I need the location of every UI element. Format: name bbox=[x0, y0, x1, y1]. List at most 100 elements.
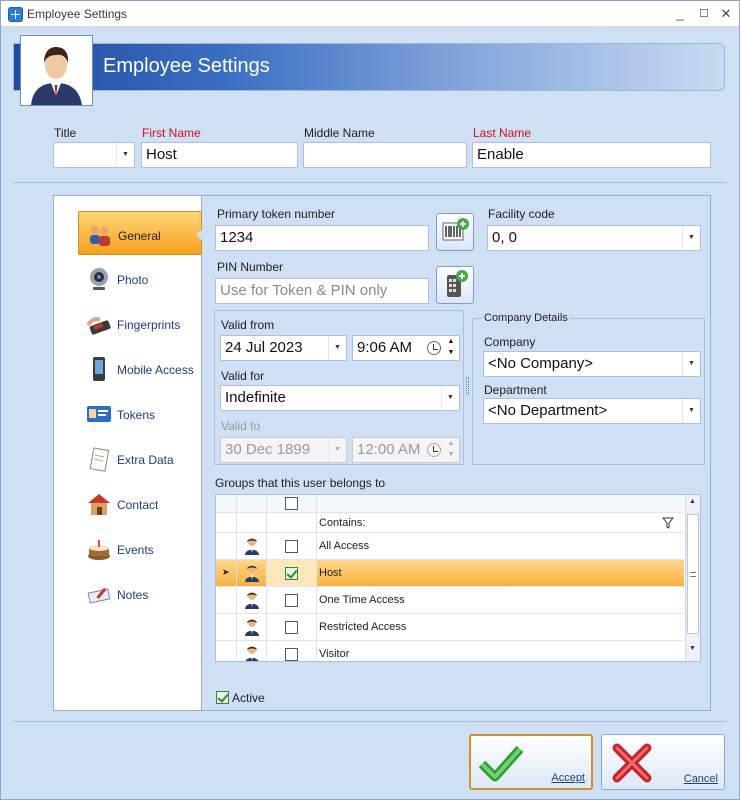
nav-item-events[interactable]: Events bbox=[78, 526, 202, 570]
chevron-down-icon[interactable]: ▼ bbox=[116, 143, 134, 167]
company-label: Company bbox=[484, 335, 536, 349]
group-name: All Access bbox=[319, 540, 370, 552]
group-icon-cell bbox=[237, 614, 267, 640]
department-select[interactable]: <No Department> ▼ bbox=[483, 398, 701, 424]
settings-nav: General Photo Fingerprints Mobile Access… bbox=[54, 196, 202, 710]
facility-select[interactable]: 0, 0 ▼ bbox=[487, 225, 701, 251]
valid-from-time: 9:06 AM bbox=[357, 339, 413, 356]
time-spinner[interactable]: ▲ ▼ bbox=[443, 336, 459, 360]
nav-item-fingerprints[interactable]: Fingerprints bbox=[78, 301, 202, 345]
mobile-phone-icon bbox=[93, 357, 105, 381]
current-row-arrow-icon: ➤ bbox=[222, 567, 230, 577]
member-checkbox[interactable] bbox=[285, 621, 298, 634]
nav-item-mobile-access[interactable]: Mobile Access bbox=[78, 346, 202, 390]
id-card-icon bbox=[87, 406, 111, 422]
valid-from-date-picker[interactable]: 24 Jul 2023 ▼ bbox=[220, 335, 347, 361]
person-icon bbox=[244, 537, 260, 555]
add-token-button[interactable] bbox=[436, 213, 474, 251]
nav-item-label: Tokens bbox=[117, 408, 156, 422]
scroll-up-icon[interactable]: ▲ bbox=[689, 498, 696, 505]
chevron-down-icon[interactable]: ▼ bbox=[682, 399, 700, 423]
group-icon-cell bbox=[237, 587, 267, 613]
barcode-add-icon bbox=[442, 218, 469, 241]
scroll-thumb[interactable] bbox=[687, 514, 699, 634]
accept-button[interactable]: Accept bbox=[469, 734, 593, 790]
minimize-button[interactable]: _ bbox=[669, 4, 691, 24]
group-icon bbox=[90, 226, 110, 246]
select-all-checkbox[interactable] bbox=[285, 497, 298, 510]
facility-label: Facility code bbox=[488, 207, 555, 221]
table-row[interactable]: All Access bbox=[216, 533, 684, 560]
nav-item-extra-data[interactable]: Extra Data bbox=[78, 436, 202, 480]
nav-item-notes[interactable]: Notes bbox=[78, 571, 202, 615]
close-button[interactable]: ✕ bbox=[715, 4, 737, 24]
last-name-label: Last Name bbox=[473, 126, 532, 140]
filter-label[interactable]: Contains: bbox=[319, 517, 365, 529]
valid-from-time-picker[interactable]: 9:06 AM ▲ ▼ bbox=[352, 335, 460, 361]
filter-cell bbox=[216, 513, 237, 532]
nav-item-general[interactable]: General bbox=[78, 211, 202, 255]
header-cell bbox=[216, 495, 237, 512]
department-label: Department bbox=[484, 383, 547, 397]
token-input[interactable]: 1234 bbox=[215, 225, 429, 251]
first-name-input[interactable]: Host bbox=[141, 142, 298, 168]
pin-label: PIN Number bbox=[217, 260, 284, 274]
valid-to-date-picker: 30 Dec 1899 ▼ bbox=[220, 437, 347, 463]
person-icon bbox=[244, 564, 260, 582]
member-checkbox[interactable] bbox=[285, 594, 298, 607]
group-name: Restricted Access bbox=[319, 621, 407, 633]
maximize-button[interactable]: ☐ bbox=[693, 4, 715, 24]
last-name-input[interactable]: Enable bbox=[472, 142, 711, 168]
accept-label: Accept bbox=[551, 772, 585, 784]
nav-item-label: Photo bbox=[117, 273, 149, 287]
first-name-label: First Name bbox=[142, 126, 201, 140]
scroll-down-icon[interactable]: ▼ bbox=[689, 645, 696, 652]
member-checkbox-cell bbox=[267, 587, 317, 613]
middle-name-input[interactable] bbox=[303, 142, 467, 168]
employee-avatar-icon bbox=[20, 35, 93, 106]
clock-icon bbox=[427, 443, 441, 457]
member-checkbox[interactable] bbox=[285, 540, 298, 553]
nav-item-label: Mobile Access bbox=[117, 363, 194, 377]
group-name: Visitor bbox=[319, 648, 350, 660]
nav-item-photo[interactable]: Photo bbox=[78, 256, 202, 300]
table-row[interactable]: ➤ Host bbox=[216, 560, 684, 587]
pin-input[interactable]: Use for Token & PIN only bbox=[215, 278, 429, 304]
clock-icon bbox=[427, 341, 441, 355]
filter-cell bbox=[237, 513, 267, 532]
time-spinner: ▲ ▼ bbox=[447, 440, 455, 458]
keypad-add-icon bbox=[447, 270, 468, 297]
active-checkbox[interactable] bbox=[216, 691, 229, 704]
table-row[interactable]: One Time Access bbox=[216, 587, 684, 614]
page-title: Employee Settings bbox=[103, 55, 270, 77]
member-checkbox[interactable] bbox=[285, 648, 298, 661]
splitter-handle[interactable] bbox=[466, 377, 469, 395]
nav-item-contact[interactable]: Contact bbox=[78, 481, 202, 525]
employee-settings-window: Employee Settings _ ☐ ✕ Employee Setting… bbox=[0, 0, 740, 800]
row-indicator-cell bbox=[216, 641, 237, 661]
nav-item-tokens[interactable]: Tokens bbox=[78, 391, 202, 435]
filter-icon[interactable] bbox=[662, 517, 674, 529]
member-checkbox[interactable] bbox=[285, 567, 298, 580]
table-row[interactable]: Visitor bbox=[216, 641, 684, 661]
add-pin-button[interactable] bbox=[436, 266, 474, 304]
valid-to-label: Valid to bbox=[221, 419, 261, 433]
chevron-down-icon[interactable]: ▼ bbox=[441, 386, 459, 410]
title-select[interactable]: ▼ bbox=[53, 142, 135, 168]
valid-from-label: Valid from bbox=[221, 318, 275, 332]
groups-scrollbar[interactable]: ▲ ▼ bbox=[685, 495, 700, 661]
chevron-down-icon[interactable]: ▼ bbox=[328, 336, 346, 360]
member-checkbox-cell bbox=[267, 560, 317, 586]
active-label: Active bbox=[232, 691, 265, 705]
table-row[interactable]: Restricted Access bbox=[216, 614, 684, 641]
nav-item-label: Fingerprints bbox=[117, 318, 181, 332]
notepad-icon bbox=[89, 447, 110, 472]
filter-row: Contains: bbox=[216, 513, 684, 533]
valid-for-select[interactable]: Indefinite ▼ bbox=[220, 385, 460, 411]
company-select[interactable]: <No Company> ▼ bbox=[483, 351, 701, 377]
chevron-down-icon[interactable]: ▼ bbox=[682, 352, 700, 376]
chevron-down-icon[interactable]: ▼ bbox=[682, 226, 700, 250]
cancel-button[interactable]: Cancel bbox=[601, 734, 725, 790]
title-bar: Employee Settings _ ☐ ✕ bbox=[1, 1, 739, 27]
webcam-icon bbox=[90, 268, 108, 290]
